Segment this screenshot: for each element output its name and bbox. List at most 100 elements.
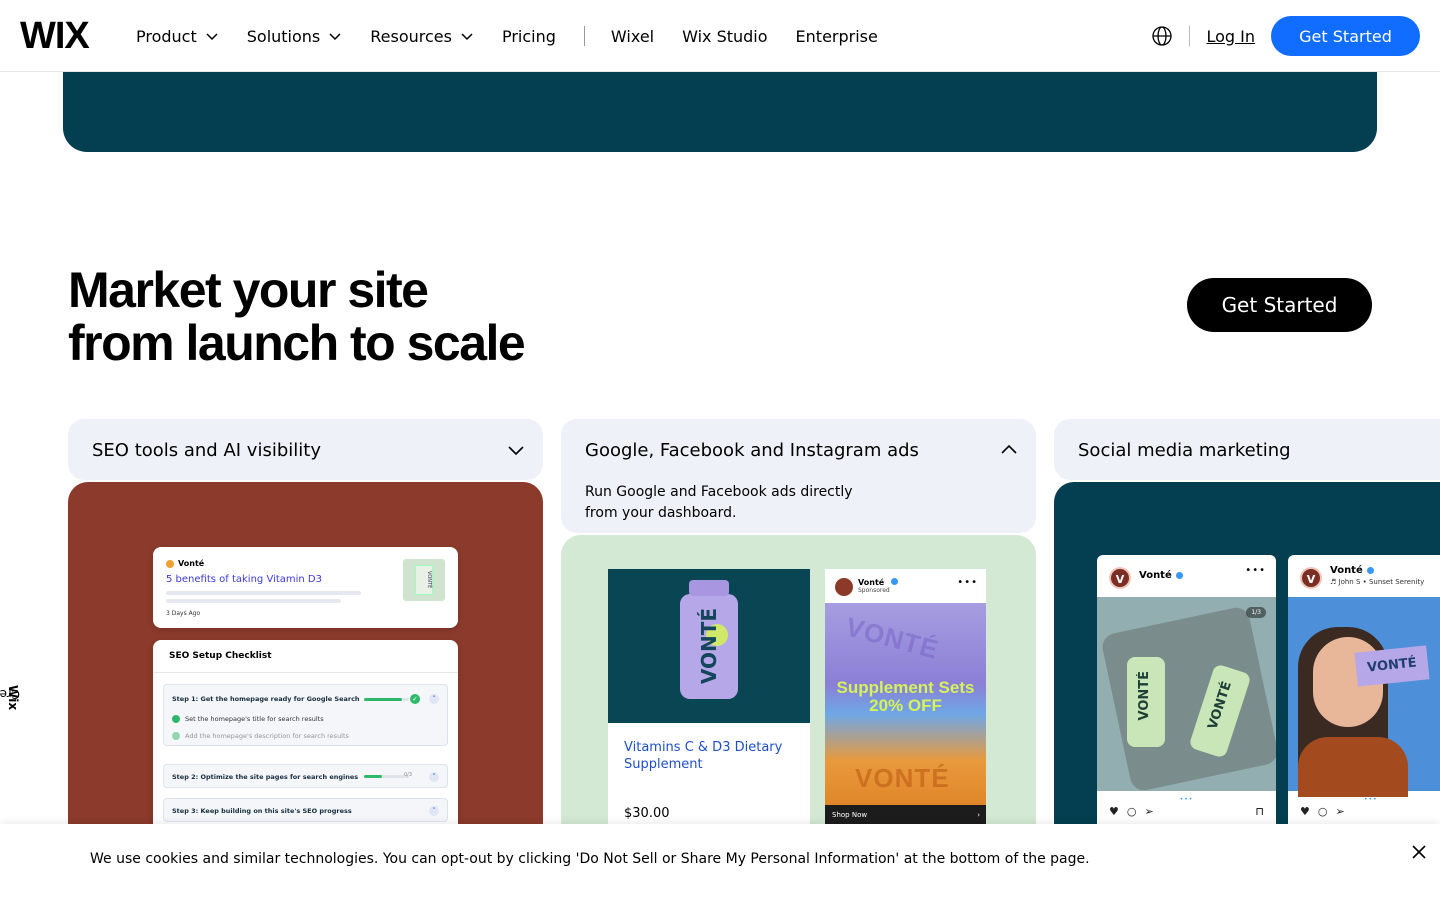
nav-resources-label: Resources xyxy=(370,26,452,46)
facebook-ad: Vonté Sponsored ••• VONTÉ VONTÉ Suppleme… xyxy=(825,569,986,824)
step-2-progress xyxy=(364,775,409,778)
avatar xyxy=(835,578,853,596)
verified-icon xyxy=(891,578,898,585)
fb-ad-cta[interactable]: Shop Now › xyxy=(825,805,986,824)
nav-solutions[interactable]: Solutions xyxy=(247,27,343,46)
cookie-text: We use cookies and similar technologies.… xyxy=(90,851,1090,867)
step-1-item-2: Add the homepage's description for searc… xyxy=(172,732,349,740)
comment-icon[interactable]: ○ xyxy=(1127,805,1137,818)
nav-enterprise[interactable]: Enterprise xyxy=(796,27,878,46)
supplement-bottle: VONTÉ xyxy=(680,579,738,699)
product-price: $30.00 xyxy=(624,806,670,821)
post-2-actions: ♥ ○ ➢ xyxy=(1300,805,1353,818)
fb-ad-brand-name: Vonté xyxy=(858,578,885,587)
step-1-label: Step 1: Get the homepage ready for Googl… xyxy=(172,695,360,703)
cookie-banner: We use cookies and similar technologies.… xyxy=(0,824,1440,900)
divider xyxy=(153,672,458,673)
card-ads-description: Run Google and Facebook ads directly fro… xyxy=(585,484,853,521)
verified-icon xyxy=(1366,567,1374,574)
nav-wix-studio[interactable]: Wix Studio xyxy=(682,27,767,46)
card-ads-header[interactable]: Google, Facebook and Instagram ads Run G… xyxy=(561,419,1036,533)
step-3-label: Step 3: Keep building on this site's SEO… xyxy=(172,807,352,815)
seo-article-title: 5 benefits of taking Vitamin D3 xyxy=(166,574,322,585)
chevron-down-icon[interactable]: ˅ xyxy=(429,806,439,816)
post-1-actions: ♥ ○ ➢ xyxy=(1109,805,1162,818)
bottle-1-brand: VONTÉ xyxy=(1137,671,1152,721)
check-icon: ✓ xyxy=(410,694,420,704)
nav-product[interactable]: Product xyxy=(136,27,219,46)
checklist-title: SEO Setup Checklist xyxy=(169,651,272,661)
more-icon: ••• xyxy=(1245,565,1266,576)
more-icon: ••• xyxy=(957,577,978,588)
get-started-section-button[interactable]: Get Started xyxy=(1187,278,1372,332)
bookmark-icon[interactable]: ⊓ xyxy=(1255,805,1264,818)
heart-icon[interactable]: ♥ xyxy=(1109,805,1119,818)
fb-ad-image: VONTÉ VONTÉ Supplement Sets 20% OFF xyxy=(825,603,986,805)
checklist-step-1: Step 1: Get the homepage ready for Googl… xyxy=(163,684,448,746)
avatar: V xyxy=(1300,567,1322,589)
step-1-item-1-label: Set the homepage's title for search resu… xyxy=(185,715,324,723)
bottle-brand: VONTÉ xyxy=(697,607,721,685)
globe-icon[interactable] xyxy=(1151,25,1173,47)
step-1-item-1: Set the homepage's title for search resu… xyxy=(172,715,324,723)
post-1-brand-name: Vonté xyxy=(1139,570,1172,581)
nav-wixel[interactable]: Wixel xyxy=(611,27,654,46)
nav-pricing[interactable]: Pricing xyxy=(502,27,556,46)
created-with-wix-text: Created with Wix xyxy=(0,685,20,710)
login-link[interactable]: Log In xyxy=(1206,27,1255,46)
post-2-music: ♬ John S • Sunset Serenity xyxy=(1330,578,1425,586)
nav-resources[interactable]: Resources xyxy=(370,27,474,46)
fb-ad-watermark: VONTÉ xyxy=(842,611,942,665)
step-2-label: Step 2: Optimize the site pages for sear… xyxy=(172,773,359,781)
section-title: Market your site from launch to scale xyxy=(68,264,526,370)
bottle-2-brand: VONTÉ xyxy=(1205,679,1235,732)
thumb-package: VONTÉ xyxy=(415,565,433,595)
card-seo-header[interactable]: SEO tools and AI visibility xyxy=(68,419,543,480)
share-icon[interactable]: ➢ xyxy=(1335,805,1344,818)
card-social-header[interactable]: Social media marketing xyxy=(1054,419,1440,480)
verified-icon xyxy=(1175,572,1183,579)
card-seo-label: SEO tools and AI visibility xyxy=(92,440,321,461)
close-icon[interactable] xyxy=(1409,842,1429,862)
get-started-header-button[interactable]: Get Started xyxy=(1271,16,1420,56)
fb-ad-cta-label: Shop Now xyxy=(832,811,868,819)
comment-icon[interactable]: ○ xyxy=(1318,805,1328,818)
chevron-down-icon[interactable]: ˅ xyxy=(429,772,439,782)
card-seo-visual: Vonté 5 benefits of taking Vitamin D3 3 … xyxy=(68,482,543,824)
card-ads-visual: VONTÉ Vitamins C & D3 Dietary Supplement… xyxy=(561,535,1036,824)
bottle-cap xyxy=(689,579,729,596)
chevron-down-icon xyxy=(508,446,524,456)
checklist-step-2: Step 2: Optimize the site pages for sear… xyxy=(163,764,448,788)
card-social-label: Social media marketing xyxy=(1078,440,1291,461)
step-1-item-2-label: Add the homepage's description for searc… xyxy=(185,732,349,740)
main-nav: Product Solutions Resources Pricing Wixe… xyxy=(136,0,906,72)
seo-checklist-card: SEO Setup Checklist Step 1: Get the home… xyxy=(153,640,458,824)
chevron-down-icon xyxy=(461,33,473,41)
created-with-wix-badge[interactable]: Created with Wix xyxy=(0,685,24,795)
site-header: WIX Product Solutions Resources Pricing … xyxy=(0,0,1440,72)
wix-logo[interactable]: WIX xyxy=(20,17,90,55)
bottle-1: VONTÉ xyxy=(1127,657,1165,747)
instagram-post-2: V Vonté ♬ John S • Sunset Serenity VONTÉ… xyxy=(1288,555,1440,824)
post-1-brand: Vonté xyxy=(1139,570,1183,581)
chevron-up-icon[interactable]: ˄ xyxy=(429,694,439,704)
post-2-brand: Vonté xyxy=(1330,565,1374,576)
card-ads-label: Google, Facebook and Instagram ads xyxy=(585,440,919,461)
seo-search-result-card: Vonté 5 benefits of taking Vitamin D3 3 … xyxy=(153,547,458,628)
card-social-visual: V Vonté ••• VONTÉ VONTÉ 1/3 ••• ♥ ○ ➢ ⊓ … xyxy=(1054,482,1440,824)
fb-ad-promo: Supplement Sets 20% OFF xyxy=(836,678,975,715)
heart-icon[interactable]: ♥ xyxy=(1300,805,1310,818)
brand-mini: Vonté xyxy=(166,559,204,568)
chevron-down-icon xyxy=(329,33,341,41)
text-placeholder xyxy=(166,599,341,603)
chevron-up-icon xyxy=(1001,444,1017,454)
carousel-dots: ••• xyxy=(1179,796,1194,803)
post-1-image: VONTÉ VONTÉ 1/3 xyxy=(1097,597,1276,793)
avatar: V xyxy=(1109,567,1131,589)
header-actions: Log In Get Started xyxy=(1151,16,1420,56)
carousel-dots: ••• xyxy=(1364,796,1378,803)
seo-article-date: 3 Days Ago xyxy=(166,610,201,617)
product-title: Vitamins C & D3 Dietary Supplement xyxy=(624,740,783,772)
share-icon[interactable]: ➢ xyxy=(1144,805,1153,818)
product-image: VONTÉ xyxy=(608,569,810,723)
